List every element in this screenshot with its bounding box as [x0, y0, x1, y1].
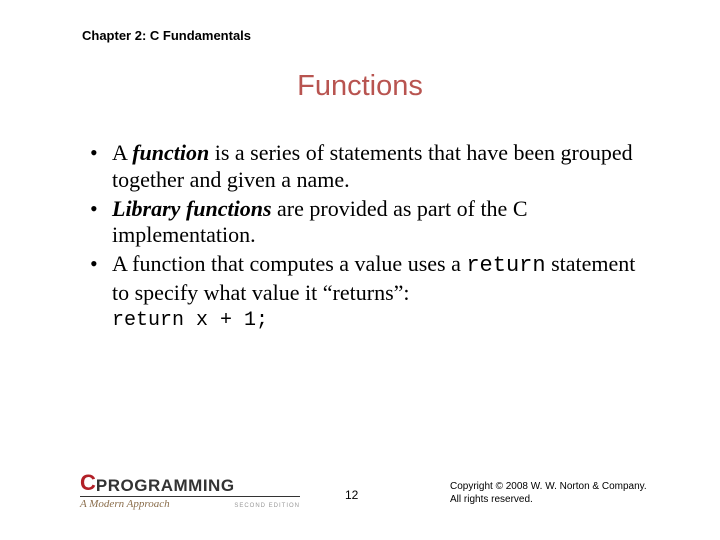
slide-title: Functions [0, 70, 720, 103]
slide: Chapter 2: C Fundamentals Functions A fu… [0, 0, 720, 540]
footer: CPROGRAMMING A Modern Approach SECOND ED… [80, 470, 660, 510]
copyright-line-2: All rights reserved. [450, 494, 647, 507]
bullet-1: A function is a series of statements tha… [90, 140, 650, 194]
book-logo: CPROGRAMMING A Modern Approach SECOND ED… [80, 470, 300, 510]
logo-programming: PROGRAMMING [96, 476, 235, 496]
page-number: 12 [345, 488, 358, 502]
term-library-functions: Library functions [112, 196, 272, 221]
logo-edition: SECOND EDITION [234, 503, 300, 509]
slide-body: A function is a series of statements tha… [90, 140, 650, 333]
copyright: Copyright © 2008 W. W. Norton & Company.… [450, 481, 647, 506]
logo-subtitle: A Modern Approach [80, 498, 170, 510]
code-return: return [466, 253, 545, 278]
term-function: function [132, 140, 209, 165]
text: A [112, 140, 132, 165]
text: A function that computes a value uses a [112, 251, 466, 276]
code-example: return x + 1; [112, 309, 650, 333]
copyright-line-1: Copyright © 2008 W. W. Norton & Company. [450, 481, 647, 494]
bullet-3: A function that computes a value uses a … [90, 251, 650, 307]
bullet-2: Library functions are provided as part o… [90, 196, 650, 250]
logo-c-letter: C [80, 470, 95, 496]
chapter-label: Chapter 2: C Fundamentals [82, 28, 251, 43]
